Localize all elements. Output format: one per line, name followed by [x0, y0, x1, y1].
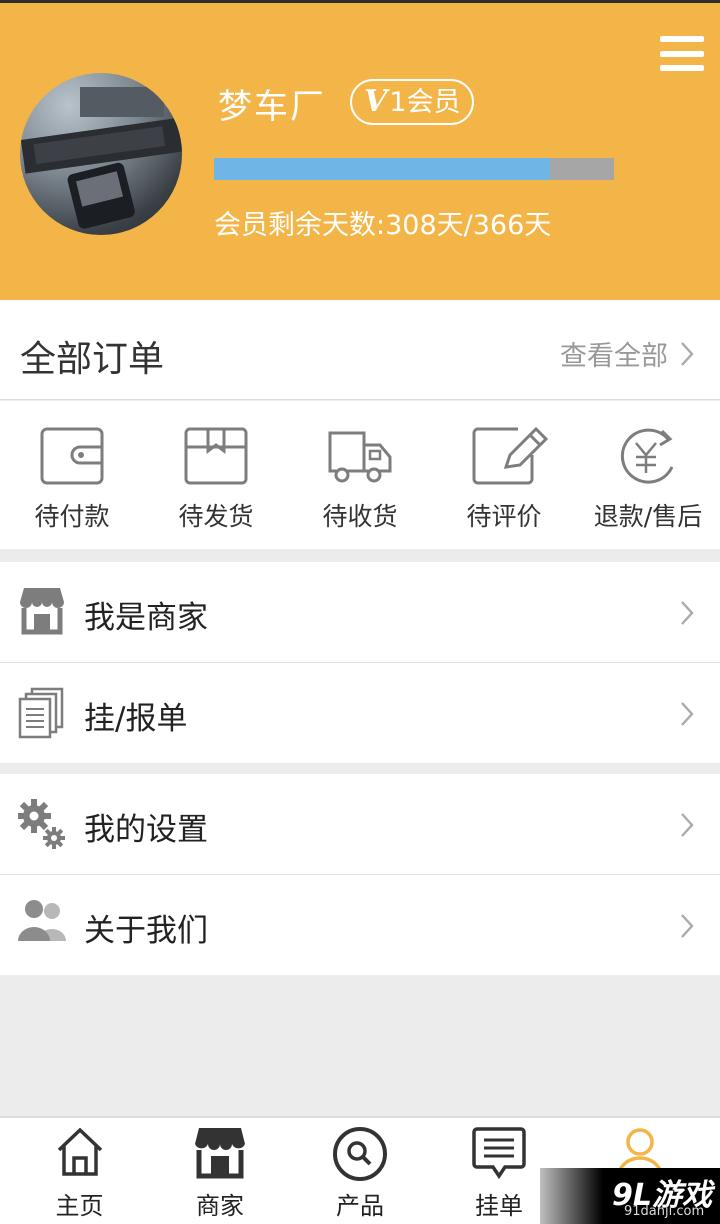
message-list-icon [472, 1127, 526, 1180]
users-icon [18, 900, 66, 941]
membership-progress-fill [214, 158, 550, 180]
avatar[interactable] [20, 73, 182, 235]
order-label: 退款/售后 [593, 502, 703, 531]
home-icon [57, 1127, 102, 1176]
chevron-right-icon [681, 813, 694, 837]
tab-home[interactable]: 主页 [0, 1118, 159, 1224]
search-icon [333, 1127, 387, 1181]
tab-products[interactable]: 产品 [281, 1118, 439, 1224]
gear-icon [18, 799, 65, 849]
vip-label: 1会员 [389, 87, 461, 118]
view-all-orders-link[interactable]: 查看全部 [560, 334, 694, 373]
profile-header: 梦车厂 V1会员 会员剩余天数:308天/366天 [0, 0, 720, 300]
order-refund-aftersale[interactable]: 退款/售后 [576, 401, 720, 549]
vip-badge: V1会员 [350, 79, 475, 125]
order-pending-shipment[interactable]: 待发货 [144, 401, 288, 549]
order-label: 待发货 [178, 502, 254, 531]
menu-label: 挂/报单 [84, 701, 188, 737]
membership-progress-bar [214, 158, 614, 180]
tab-label: 主页 [55, 1192, 104, 1220]
menu-button[interactable] [660, 36, 704, 72]
menu-item-listing[interactable]: 挂/报单 [0, 663, 720, 763]
menu-item-merchant[interactable]: 我是商家 [0, 562, 720, 662]
order-label: 待付款 [34, 502, 110, 531]
menu-label: 关于我们 [84, 913, 208, 949]
view-all-label: 查看全部 [560, 341, 668, 372]
package-icon [184, 427, 248, 485]
user-name: 梦车厂 [218, 87, 326, 127]
store-icon [20, 588, 64, 635]
tab-label: 产品 [336, 1192, 384, 1220]
wallet-icon [40, 427, 104, 485]
tab-merchant[interactable]: 商家 [159, 1118, 281, 1224]
chevron-right-icon [681, 702, 694, 726]
chevron-right-icon [681, 601, 694, 625]
truck-icon [328, 431, 392, 483]
refund-icon [620, 428, 674, 484]
orders-title: 全部订单 [20, 339, 165, 380]
store-icon [195, 1128, 245, 1179]
menu-label: 我的设置 [84, 812, 208, 848]
order-pending-payment[interactable]: 待付款 [0, 401, 144, 549]
order-pending-review[interactable]: 待评价 [432, 401, 576, 549]
menu-label: 我是商家 [84, 600, 208, 636]
watermark: 9L游戏 91danji.com [540, 1168, 720, 1224]
order-label: 待收货 [322, 502, 398, 531]
membership-days: 会员剩余天数:308天/366天 [214, 210, 552, 241]
menu-item-settings[interactable]: 我的设置 [0, 774, 720, 874]
order-status-row: 待付款 待发货 待收货 待评价 退款/售后 [0, 401, 720, 549]
avatar-photo [20, 87, 182, 229]
documents-icon [18, 687, 64, 739]
menu-item-about[interactable]: 关于我们 [0, 875, 720, 975]
vip-level: V [364, 84, 388, 119]
review-icon [472, 427, 549, 485]
chevron-right-icon [681, 341, 694, 366]
order-label: 待评价 [466, 502, 542, 531]
orders-section-header: 全部订单 查看全部 [0, 300, 720, 400]
chevron-right-icon [681, 914, 694, 938]
tab-label: 商家 [196, 1192, 244, 1220]
order-pending-receipt[interactable]: 待收货 [288, 401, 432, 549]
watermark-url: 91danji.com [624, 1204, 705, 1219]
